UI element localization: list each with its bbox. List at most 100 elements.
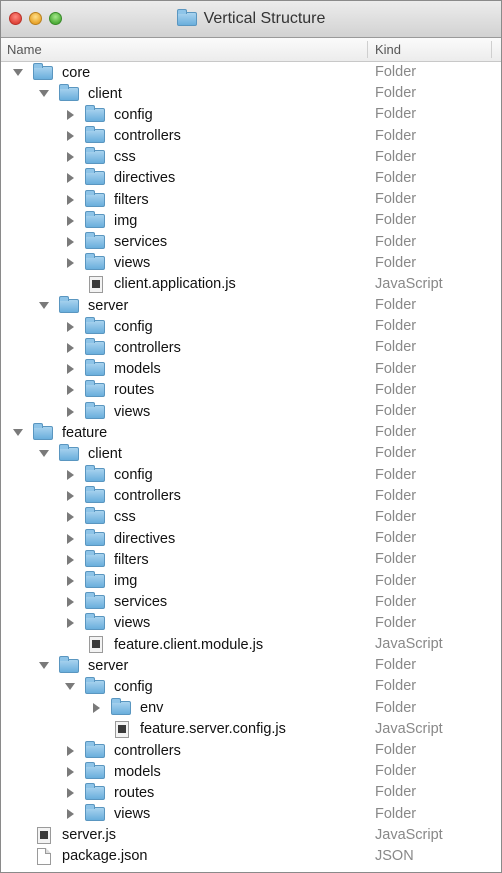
kind-column-header[interactable]: Kind: [375, 42, 401, 57]
row-name-label: controllers: [114, 488, 181, 505]
disclosure-collapsed-icon[interactable]: [67, 194, 74, 205]
disclosure-collapsed-icon[interactable]: [67, 321, 74, 332]
row-name-label: env: [140, 700, 164, 717]
folder-row[interactable]: directives Folder: [1, 168, 501, 189]
folder-row[interactable]: img Folder: [1, 210, 501, 231]
disclosure-collapsed-icon[interactable]: [67, 576, 74, 586]
file-row[interactable]: package.json JSON: [1, 846, 501, 867]
disclosure-collapsed-icon[interactable]: [67, 597, 74, 608]
file-row[interactable]: feature.server.config.js JavaScript: [1, 719, 501, 740]
row-name-cell: css: [65, 147, 136, 168]
row-name-cell: filters: [65, 549, 149, 570]
folder-row[interactable]: server Folder: [1, 295, 501, 316]
folder-row[interactable]: models Folder: [1, 359, 501, 380]
folder-row[interactable]: config Folder: [1, 316, 501, 337]
row-kind-label: JavaScript: [375, 826, 443, 843]
folder-icon: [85, 592, 105, 610]
disclosure-collapsed-icon[interactable]: [67, 385, 74, 396]
folder-row[interactable]: views Folder: [1, 804, 501, 825]
column-divider[interactable]: [491, 41, 492, 58]
folder-icon: [59, 655, 79, 673]
folder-icon: [85, 507, 105, 525]
disclosure-collapsed-icon[interactable]: [67, 152, 74, 163]
file-row[interactable]: feature.client.module.js JavaScript: [1, 634, 501, 655]
folder-row[interactable]: services Folder: [1, 592, 501, 613]
row-name-label: server.js: [62, 827, 116, 844]
disclosure-expanded-icon[interactable]: [39, 90, 49, 98]
disclosure-expanded-icon[interactable]: [39, 450, 49, 458]
disclosure-expanded-icon[interactable]: [39, 302, 49, 310]
folder-row[interactable]: server Folder: [1, 655, 501, 676]
folder-row[interactable]: css Folder: [1, 507, 501, 528]
folder-row[interactable]: directives Folder: [1, 528, 501, 549]
folder-row[interactable]: models Folder: [1, 761, 501, 782]
folder-row[interactable]: client Folder: [1, 443, 501, 464]
column-divider[interactable]: [367, 41, 368, 58]
disclosure-collapsed-icon[interactable]: [67, 512, 74, 523]
file-row[interactable]: server.js JavaScript: [1, 825, 501, 846]
folder-icon: [85, 465, 105, 483]
folder-row[interactable]: controllers Folder: [1, 126, 501, 147]
folder-row[interactable]: img Folder: [1, 571, 501, 592]
disclosure-collapsed-icon[interactable]: [67, 787, 74, 798]
disclosure-collapsed-icon[interactable]: [67, 342, 74, 353]
folder-row[interactable]: client Folder: [1, 83, 501, 104]
disclosure-collapsed-icon[interactable]: [67, 809, 74, 820]
disclosure-expanded-icon[interactable]: [13, 429, 23, 437]
folder-row[interactable]: controllers Folder: [1, 740, 501, 761]
folder-row[interactable]: core Folder: [1, 62, 501, 83]
folder-row[interactable]: feature Folder: [1, 422, 501, 443]
disclosure-expanded-icon[interactable]: [13, 69, 23, 76]
row-name-cell: client: [39, 83, 122, 104]
row-kind-label: Folder: [375, 85, 417, 102]
disclosure-collapsed-icon[interactable]: [67, 618, 74, 629]
row-kind-label: Folder: [375, 657, 417, 674]
row-kind-label: Folder: [375, 212, 417, 229]
disclosure-collapsed-icon[interactable]: [67, 533, 74, 544]
file-row[interactable]: client.application.js JavaScript: [1, 274, 501, 295]
folder-row[interactable]: controllers Folder: [1, 486, 501, 507]
folder-row[interactable]: css Folder: [1, 147, 501, 168]
disclosure-collapsed-icon[interactable]: [67, 745, 74, 756]
row-name-cell: controllers: [65, 337, 181, 358]
folder-row[interactable]: filters Folder: [1, 189, 501, 210]
folder-row[interactable]: services Folder: [1, 232, 501, 253]
row-kind-label: Folder: [375, 699, 417, 716]
folder-row[interactable]: views Folder: [1, 253, 501, 274]
disclosure-collapsed-icon[interactable]: [67, 173, 74, 184]
disclosure-expanded-icon[interactable]: [65, 683, 75, 691]
row-name-cell: feature.client.module.js: [65, 634, 263, 655]
row-kind-label: Folder: [375, 784, 417, 801]
folder-row[interactable]: routes Folder: [1, 380, 501, 401]
name-column-header[interactable]: Name: [7, 42, 42, 57]
disclosure-expanded-icon[interactable]: [39, 662, 49, 670]
disclosure-collapsed-icon[interactable]: [67, 470, 74, 481]
folder-row[interactable]: controllers Folder: [1, 337, 501, 358]
disclosure-collapsed-icon[interactable]: [67, 109, 74, 120]
disclosure-collapsed-icon[interactable]: [67, 131, 74, 142]
disclosure-collapsed-icon[interactable]: [67, 215, 74, 226]
folder-row[interactable]: env Folder: [1, 698, 501, 719]
folder-row[interactable]: routes Folder: [1, 782, 501, 803]
folder-row[interactable]: config Folder: [1, 465, 501, 486]
row-kind-label: Folder: [375, 191, 417, 208]
disclosure-collapsed-icon[interactable]: [67, 766, 74, 777]
disclosure-collapsed-icon[interactable]: [67, 406, 74, 417]
disclosure-collapsed-icon[interactable]: [67, 364, 74, 375]
row-kind-label: Folder: [375, 466, 417, 483]
folder-row[interactable]: views Folder: [1, 401, 501, 422]
row-name-cell: config: [65, 316, 153, 337]
disclosure-collapsed-icon[interactable]: [93, 703, 100, 714]
folder-row[interactable]: filters Folder: [1, 549, 501, 570]
disclosure-collapsed-icon[interactable]: [67, 491, 74, 502]
folder-row[interactable]: views Folder: [1, 613, 501, 634]
folder-row[interactable]: config Folder: [1, 676, 501, 697]
row-name-cell: services: [65, 232, 167, 253]
disclosure-collapsed-icon[interactable]: [67, 554, 74, 565]
disclosure-collapsed-icon[interactable]: [67, 258, 74, 269]
disclosure-collapsed-icon[interactable]: [67, 237, 74, 247]
folder-row[interactable]: config Folder: [1, 104, 501, 125]
row-kind-label: Folder: [375, 148, 417, 165]
folder-icon: [85, 253, 105, 271]
column-header: Name Kind: [1, 38, 501, 62]
